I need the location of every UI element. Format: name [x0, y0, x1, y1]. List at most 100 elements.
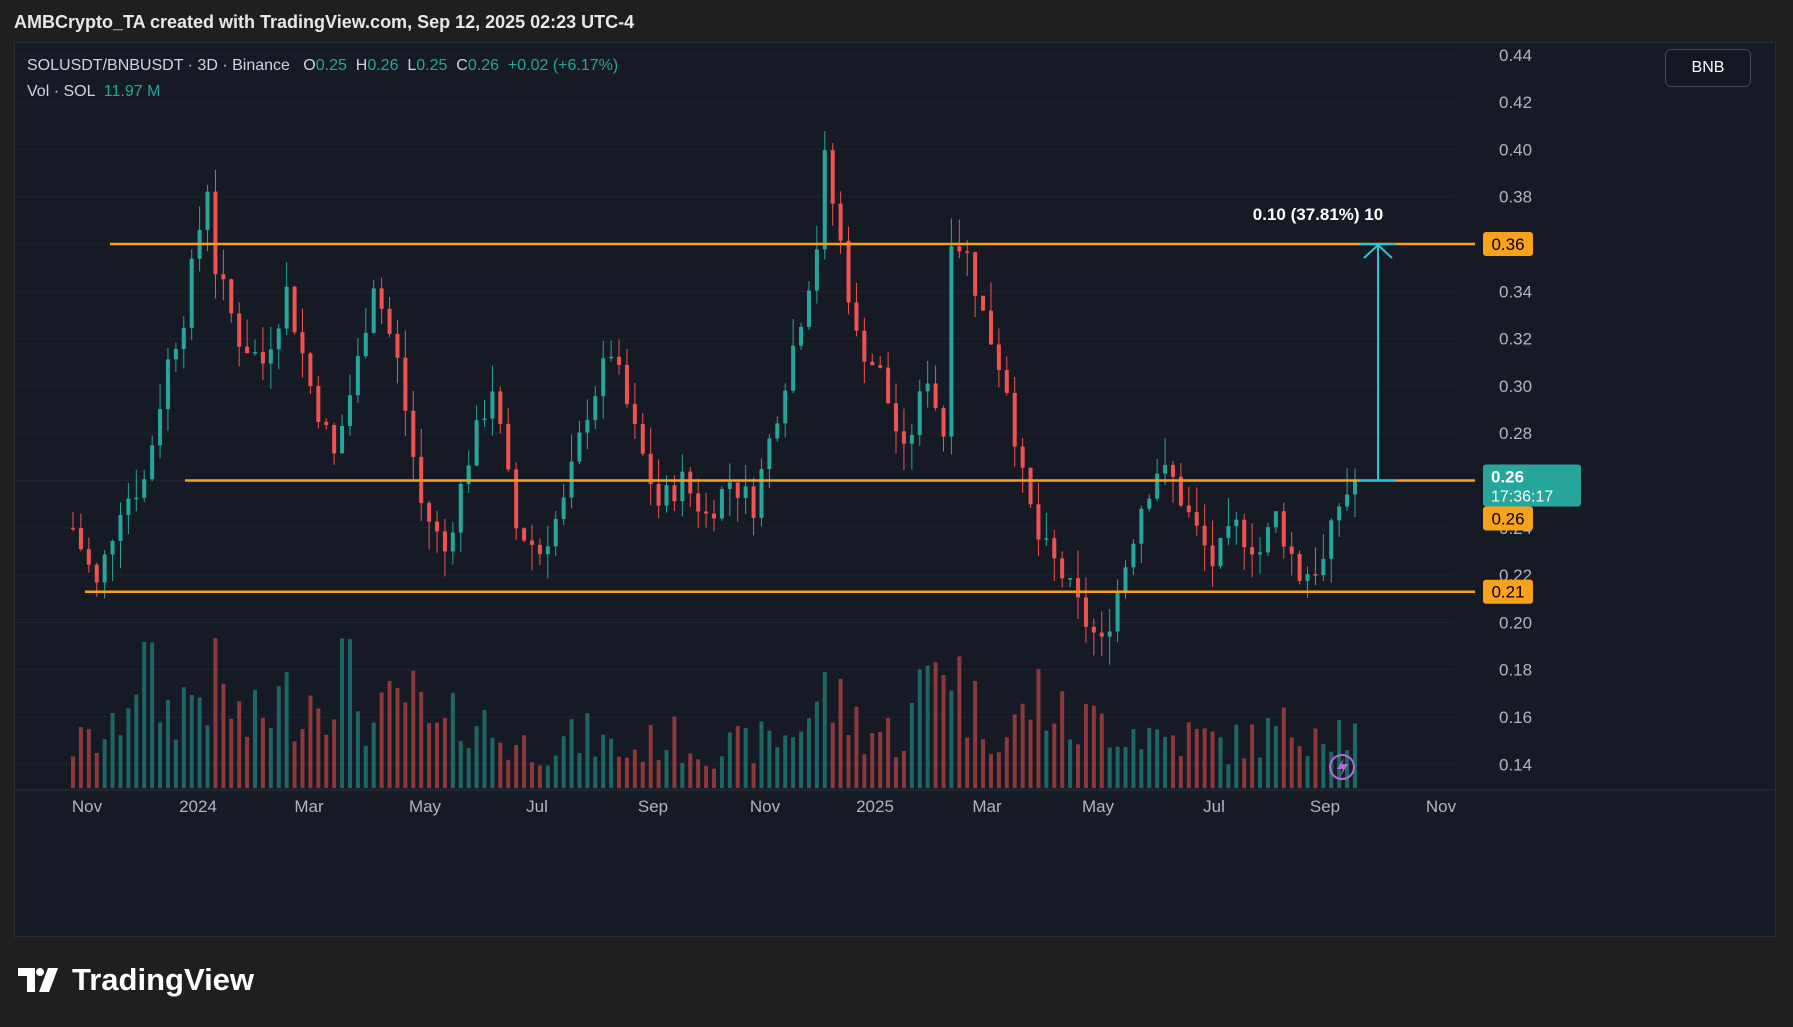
candle-body[interactable]: [403, 357, 408, 411]
candle-body[interactable]: [846, 240, 851, 303]
candle-body[interactable]: [640, 423, 645, 454]
candle-body[interactable]: [1123, 567, 1128, 592]
candle-body[interactable]: [894, 403, 899, 432]
candle-body[interactable]: [379, 288, 384, 309]
candle-body[interactable]: [822, 150, 827, 250]
candle-body[interactable]: [1313, 574, 1318, 576]
candle-body[interactable]: [545, 546, 550, 555]
candle-body[interactable]: [181, 327, 186, 349]
candle-body[interactable]: [886, 367, 891, 404]
candle-body[interactable]: [585, 419, 590, 433]
candle-body[interactable]: [1115, 591, 1120, 632]
candle-body[interactable]: [917, 391, 922, 435]
candle-body[interactable]: [411, 410, 416, 457]
candle-body[interactable]: [229, 279, 234, 314]
candle-body[interactable]: [672, 485, 677, 502]
candle-body[interactable]: [664, 485, 669, 506]
candle-body[interactable]: [126, 498, 131, 515]
candle-body[interactable]: [1044, 538, 1049, 540]
candle-body[interactable]: [529, 540, 534, 545]
volume-label[interactable]: Vol · SOL: [27, 83, 95, 100]
candle-body[interactable]: [751, 486, 756, 518]
candle-body[interactable]: [704, 511, 709, 514]
candle-body[interactable]: [332, 424, 337, 454]
candle-body[interactable]: [1242, 519, 1247, 548]
candle-body[interactable]: [450, 532, 455, 552]
candle-body[interactable]: [1020, 446, 1025, 468]
candle-body[interactable]: [284, 286, 289, 329]
candle-body[interactable]: [1218, 537, 1223, 567]
candle-body[interactable]: [94, 564, 99, 583]
candle-body[interactable]: [537, 544, 542, 555]
candle-body[interactable]: [316, 386, 321, 422]
candle-body[interactable]: [245, 346, 250, 354]
symbol-name[interactable]: SOLUSDT/BNBUSDT: [27, 57, 183, 74]
candle-body[interactable]: [268, 349, 273, 364]
candle-body[interactable]: [78, 528, 83, 550]
candle-body[interactable]: [1353, 480, 1357, 495]
candle-body[interactable]: [213, 191, 218, 275]
candle-body[interactable]: [300, 332, 305, 354]
candle-body[interactable]: [1004, 370, 1009, 393]
candle-body[interactable]: [862, 330, 867, 362]
candle-body[interactable]: [276, 328, 281, 350]
price-chart[interactable]: 0.140.160.180.200.220.240.260.280.300.32…: [15, 43, 1775, 936]
candle-body[interactable]: [1147, 498, 1152, 509]
candle-body[interactable]: [347, 395, 352, 426]
candle-body[interactable]: [561, 497, 566, 519]
candle-body[interactable]: [941, 408, 946, 437]
candle-body[interactable]: [909, 434, 914, 444]
candle-body[interactable]: [593, 396, 598, 420]
candle-body[interactable]: [759, 468, 764, 518]
candle-body[interactable]: [340, 425, 345, 454]
candle-body[interactable]: [435, 521, 440, 532]
candle-body[interactable]: [1258, 552, 1263, 555]
candle-body[interactable]: [427, 502, 432, 522]
candle-body[interactable]: [395, 333, 400, 358]
candle-body[interactable]: [1281, 511, 1286, 547]
candle-body[interactable]: [680, 471, 685, 502]
candle-body[interactable]: [514, 469, 519, 529]
candle-body[interactable]: [1297, 553, 1302, 582]
candle-body[interactable]: [696, 493, 701, 512]
candle-body[interactable]: [474, 420, 479, 466]
candle-body[interactable]: [1076, 578, 1081, 598]
candle-body[interactable]: [1068, 578, 1073, 580]
candle-body[interactable]: [110, 540, 115, 555]
candle-body[interactable]: [799, 326, 804, 346]
candle-body[interactable]: [830, 150, 835, 204]
candle-body[interactable]: [624, 364, 629, 405]
candle-body[interactable]: [324, 421, 329, 425]
candle-body[interactable]: [814, 249, 819, 291]
candle-body[interactable]: [981, 295, 986, 311]
candle-body[interactable]: [134, 497, 139, 500]
candle-body[interactable]: [735, 482, 740, 498]
candle-body[interactable]: [1091, 626, 1096, 633]
candle-body[interactable]: [1107, 631, 1112, 637]
candle-body[interactable]: [806, 290, 811, 327]
candle-body[interactable]: [1273, 511, 1278, 528]
candle-body[interactable]: [1099, 632, 1104, 637]
candle-body[interactable]: [996, 344, 1001, 371]
candle-body[interactable]: [1194, 512, 1199, 526]
candle-body[interactable]: [743, 486, 748, 498]
candle-body[interactable]: [949, 246, 954, 437]
candle-body[interactable]: [205, 191, 210, 231]
candle-body[interactable]: [189, 258, 194, 328]
candle-body[interactable]: [1234, 519, 1239, 527]
candle-body[interactable]: [237, 313, 242, 347]
candle-body[interactable]: [506, 423, 511, 470]
candle-body[interactable]: [363, 332, 368, 357]
candle-body[interactable]: [387, 308, 392, 334]
candle-body[interactable]: [292, 286, 297, 333]
candle-body[interactable]: [1170, 464, 1175, 477]
candle-body[interactable]: [1305, 574, 1310, 582]
candle-body[interactable]: [173, 348, 178, 360]
candle-body[interactable]: [712, 513, 716, 519]
candle-body[interactable]: [1083, 597, 1088, 627]
candle-body[interactable]: [1337, 506, 1342, 521]
candle-body[interactable]: [458, 483, 463, 533]
candle-body[interactable]: [355, 356, 360, 396]
candle-body[interactable]: [522, 528, 527, 541]
candle-body[interactable]: [901, 431, 906, 444]
